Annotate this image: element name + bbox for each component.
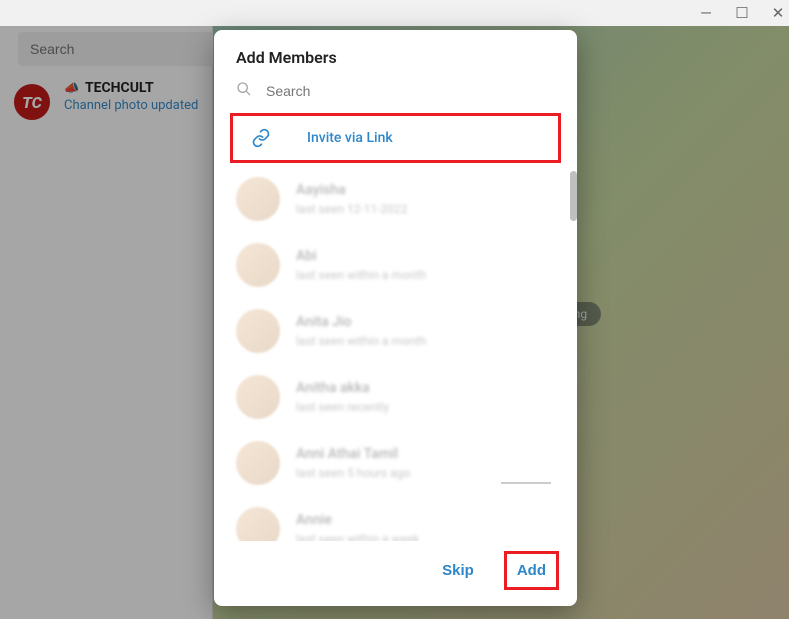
contact-item[interactable]: Abi last seen within a month: [236, 237, 565, 303]
add-button[interactable]: Add: [507, 556, 556, 585]
contact-name: Abi: [296, 248, 426, 264]
contact-last-seen: last seen within a month: [296, 334, 426, 348]
scroll-indicator: [501, 482, 551, 484]
contact-last-seen: last seen within a week: [296, 532, 419, 541]
window-titlebar: — ☐ ✕: [0, 0, 789, 26]
maximize-button[interactable]: ☐: [735, 4, 749, 22]
contact-item[interactable]: Annie last seen within a week: [236, 501, 565, 541]
contact-last-seen: last seen 12-11-2022: [296, 202, 408, 216]
contact-name: Anita Jio: [296, 314, 426, 330]
add-button-highlight: Add: [504, 551, 559, 590]
modal-title: Add Members: [214, 30, 577, 73]
link-icon: [239, 128, 283, 148]
contact-last-seen: last seen within a month: [296, 268, 426, 282]
add-members-modal: Add Members Invite via Link Aayisha last …: [214, 30, 577, 606]
contact-last-seen: last seen 5 hours ago: [296, 466, 410, 480]
contact-item[interactable]: Anitha akka last seen recently: [236, 369, 565, 435]
contact-avatar: [236, 375, 280, 419]
contact-name: Anni Athai Tamil: [296, 446, 410, 462]
contact-avatar: [236, 441, 280, 485]
contact-item[interactable]: Aayisha last seen 12-11-2022: [236, 171, 565, 237]
member-search-input[interactable]: [266, 83, 555, 99]
contact-last-seen: last seen recently: [296, 400, 389, 414]
contact-avatar: [236, 309, 280, 353]
contacts-list[interactable]: Aayisha last seen 12-11-2022 Abi last seen …: [214, 171, 577, 541]
invite-via-link-button[interactable]: Invite via Link: [233, 118, 558, 158]
contact-name: Aayisha: [296, 182, 408, 198]
contact-avatar: [236, 243, 280, 287]
contact-item[interactable]: Anni Athai Tamil last seen 5 hours ago: [236, 435, 565, 501]
invite-via-link-highlight: Invite via Link: [230, 113, 561, 163]
skip-button[interactable]: Skip: [432, 551, 484, 590]
scrollbar-thumb[interactable]: [570, 171, 577, 221]
minimize-button[interactable]: —: [699, 4, 713, 22]
contact-avatar: [236, 507, 280, 541]
invite-via-link-label: Invite via Link: [307, 130, 393, 146]
close-button[interactable]: ✕: [771, 4, 785, 22]
contact-name: Anitha akka: [296, 380, 389, 396]
contact-item[interactable]: Anita Jio last seen within a month: [236, 303, 565, 369]
contact-name: Annie: [296, 512, 419, 528]
search-icon: [236, 81, 252, 101]
contact-avatar: [236, 177, 280, 221]
